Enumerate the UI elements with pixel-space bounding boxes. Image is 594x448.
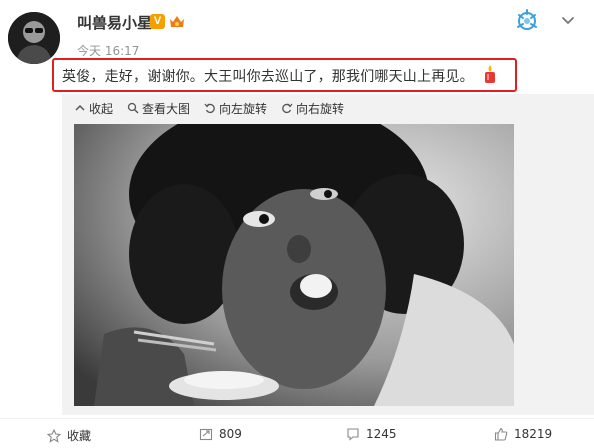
post-footer: 收藏 809 1245 18219 (0, 418, 594, 448)
collect-button[interactable]: 收藏 (47, 427, 91, 444)
media-toolbar: 收起 查看大图 向左旋转 向右旋转 (62, 94, 594, 122)
repost-icon (199, 428, 213, 441)
magnifier-icon (127, 102, 139, 114)
vip-crown-badge-icon[interactable] (168, 13, 186, 30)
verified-badge: V (150, 14, 165, 29)
rotate-right-label: 向右旋转 (296, 101, 345, 116)
comment-button[interactable]: 1245 (346, 427, 397, 441)
view-large-label: 查看大图 (142, 101, 191, 116)
view-large-button[interactable]: 查看大图 (127, 100, 190, 117)
collapse-icon (75, 104, 85, 111)
comment-count: 1245 (366, 427, 397, 441)
rotate-left-icon (204, 103, 215, 114)
like-count: 18219 (514, 427, 553, 441)
photo-portrait (74, 124, 514, 406)
collapse-button[interactable]: 收起 (74, 100, 113, 117)
post-timestamp[interactable]: 今天 16:17 (77, 42, 139, 59)
like-button[interactable]: 18219 (494, 427, 552, 441)
author-avatar[interactable] (8, 12, 60, 64)
rotate-right-button[interactable]: 向右旋转 (281, 100, 344, 117)
post-text: 英俊，走好，谢谢你。大王叫你去巡山了，那我们哪天山上再见。 (62, 69, 474, 85)
author-name[interactable]: 叫兽易小星 (77, 12, 152, 33)
post-header: 叫兽易小星 V 今天 16:17 (0, 0, 594, 64)
repost-button[interactable]: 809 (199, 427, 242, 441)
comment-icon (347, 428, 359, 441)
candle-icon (485, 65, 495, 83)
collect-label: 收藏 (67, 429, 92, 443)
thumbs-up-icon (494, 427, 508, 441)
avatar-image (8, 12, 60, 64)
rotate-right-icon (282, 103, 293, 114)
chevron-down-icon[interactable] (560, 12, 576, 28)
collapse-label: 收起 (89, 101, 114, 116)
rotate-left-label: 向左旋转 (219, 101, 268, 116)
dragon-badge-icon[interactable] (513, 6, 543, 36)
star-icon (47, 428, 61, 443)
repost-count: 809 (219, 427, 242, 441)
post-photo[interactable] (74, 124, 514, 406)
rotate-left-button[interactable]: 向左旋转 (204, 100, 267, 117)
